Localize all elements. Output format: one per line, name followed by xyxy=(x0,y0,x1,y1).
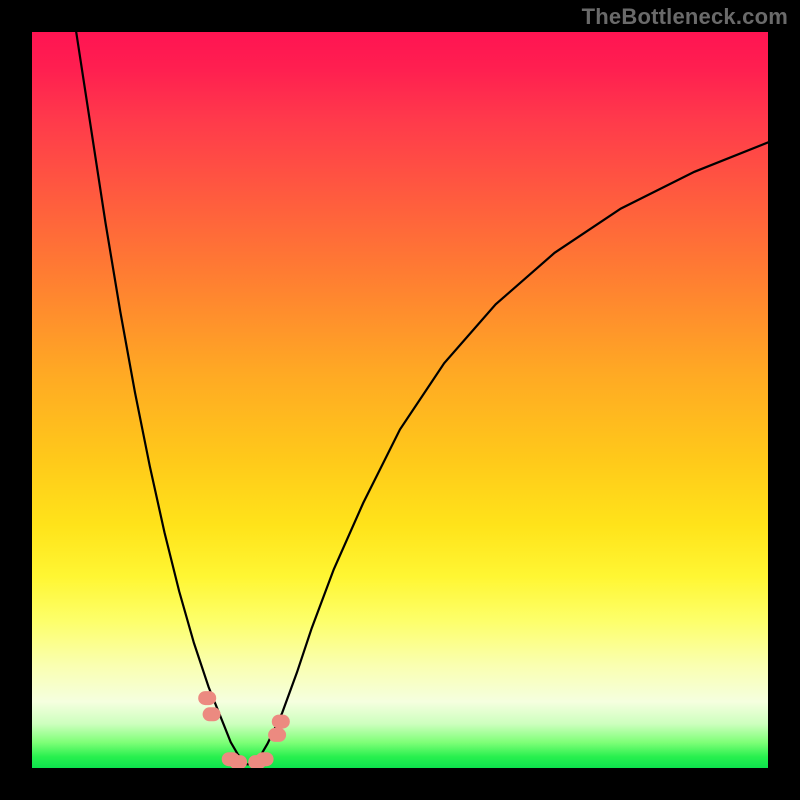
watermark-text: TheBottleneck.com xyxy=(582,4,788,30)
right-branch-curve xyxy=(253,142,768,762)
marker-floor-left-2 xyxy=(229,755,247,768)
marker-right-lower xyxy=(268,728,286,742)
curves-layer xyxy=(32,32,768,768)
plot-area xyxy=(32,32,768,768)
marker-left-lower xyxy=(203,707,221,721)
left-branch-curve xyxy=(76,32,245,761)
marker-group xyxy=(198,691,290,768)
curve-group xyxy=(76,32,768,764)
marker-left-upper xyxy=(198,691,216,705)
chart-root: TheBottleneck.com xyxy=(0,0,800,800)
marker-right-upper xyxy=(272,715,290,729)
marker-floor-right-2 xyxy=(256,752,274,766)
